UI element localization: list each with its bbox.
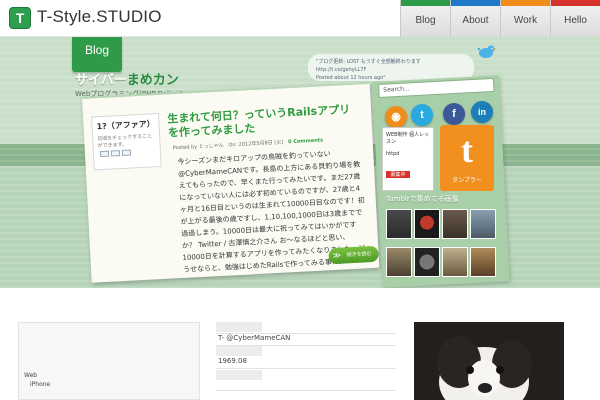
hero-banner: Blog サイバーまめカン Webプログラミング(PHP,Rails,jQuer…: [0, 37, 600, 288]
nav-hello-strip: [551, 0, 600, 6]
profile-skills: Web iPhone: [24, 371, 50, 389]
dog-image: [414, 322, 564, 400]
read-more-button[interactable]: 続きを読む: [328, 245, 380, 265]
tumblr-thumbnail[interactable]: [386, 209, 412, 239]
site-header: T T-Style.STUDIO Blog About Work Hello: [0, 0, 600, 37]
qa-button[interactable]: [110, 150, 121, 157]
tumblr-thumbnail[interactable]: [470, 247, 496, 277]
tumblr-thumbnail[interactable]: [414, 247, 440, 277]
tumblr-label: タンブラー: [452, 177, 482, 184]
profile-skill-web: Web: [24, 372, 38, 379]
post-date: On: 2012年5月8日 [火]: [228, 139, 284, 149]
post-comments-link[interactable]: 0 Comments: [288, 137, 323, 145]
post-author: Posted by とっしゃん: [172, 142, 224, 152]
nav-about-label: About: [462, 15, 489, 26]
twitter-icon[interactable]: t: [411, 104, 433, 126]
web-lesson-title: WEB制作 個人レッスン: [386, 132, 430, 145]
nav-work-strip: [501, 0, 550, 6]
web-lesson-widget[interactable]: WEB制作 個人レッスン httpd 募集中: [382, 127, 434, 191]
blog-title[interactable]: サイバーまめカン: [75, 69, 179, 88]
qa-subtitle: 日頃をチェックすることができます。: [97, 133, 153, 150]
tumblr-widget[interactable]: t タンブラー: [440, 125, 494, 191]
tumblr-thumbnail[interactable]: [386, 247, 412, 277]
qa-buttons: [99, 149, 132, 158]
qa-widget[interactable]: 1?（アファア） 日頃をチェックすることができます。: [91, 112, 162, 171]
blog-title-part1: サイバー: [75, 73, 127, 88]
nav-work[interactable]: Work: [500, 0, 550, 37]
site-logo-text[interactable]: T-Style.STUDIO: [37, 7, 162, 27]
tumblr-caption: Tumblrで集めてる画像: [386, 195, 459, 203]
nav-work-label: Work: [513, 15, 538, 26]
info-twitter: T- @CyberMameCAN: [218, 334, 291, 342]
rss-icon[interactable]: ◉: [385, 106, 407, 128]
info-divider: [216, 368, 396, 369]
logo-icon[interactable]: T: [9, 7, 31, 29]
main-nav: Blog About Work Hello: [400, 0, 600, 37]
tumblr-thumbnail[interactable]: [414, 209, 440, 239]
nav-blog-label: Blog: [415, 15, 436, 26]
info-divider: [216, 390, 396, 391]
tumblr-logo-icon: t: [461, 130, 473, 170]
nav-about-strip: [451, 0, 500, 6]
post-card: 1?（アファア） 日頃をチェックすることができます。 生まれて何日？っていうRa…: [82, 81, 380, 283]
nav-blog[interactable]: Blog: [400, 0, 450, 37]
page: T T-Style.STUDIO Blog About Work Hello B…: [0, 0, 600, 400]
twitter-bird-icon: [477, 45, 496, 58]
qa-button[interactable]: [121, 149, 132, 156]
blog-ribbon[interactable]: Blog: [72, 37, 122, 72]
web-lesson-stamp: 募集中: [386, 171, 410, 178]
nav-hello-label: Hello: [564, 15, 587, 26]
tweet-text: "ブログ更新: LOST もうすぐ全部観終わります http://t.co/ge…: [316, 59, 421, 73]
linkedin-icon[interactable]: in: [471, 101, 493, 123]
web-lesson-domain: httpd: [386, 151, 400, 157]
qa-button[interactable]: [99, 150, 110, 158]
tumblr-thumbnail[interactable]: [470, 209, 496, 239]
info-label: [216, 346, 262, 356]
tumblr-thumbnail[interactable]: [442, 209, 468, 239]
info-birth: 1969.08: [218, 357, 247, 365]
nav-blog-strip: [401, 0, 450, 6]
info-label: [216, 322, 262, 332]
dog-photo: [414, 322, 564, 400]
profile-skill-iphone: iPhone: [30, 381, 51, 388]
blog-title-part2: まめカン: [126, 73, 179, 88]
info-label: [216, 370, 262, 380]
post-title-link[interactable]: 生まれて何日？っていうRailsアプリを作ってみました: [167, 103, 358, 141]
facebook-icon[interactable]: f: [443, 103, 465, 125]
nav-hello[interactable]: Hello: [550, 0, 600, 37]
nav-about[interactable]: About: [450, 0, 500, 37]
tumblr-thumbnail[interactable]: [442, 247, 468, 277]
qa-title: 1?（アファア）: [96, 119, 155, 132]
